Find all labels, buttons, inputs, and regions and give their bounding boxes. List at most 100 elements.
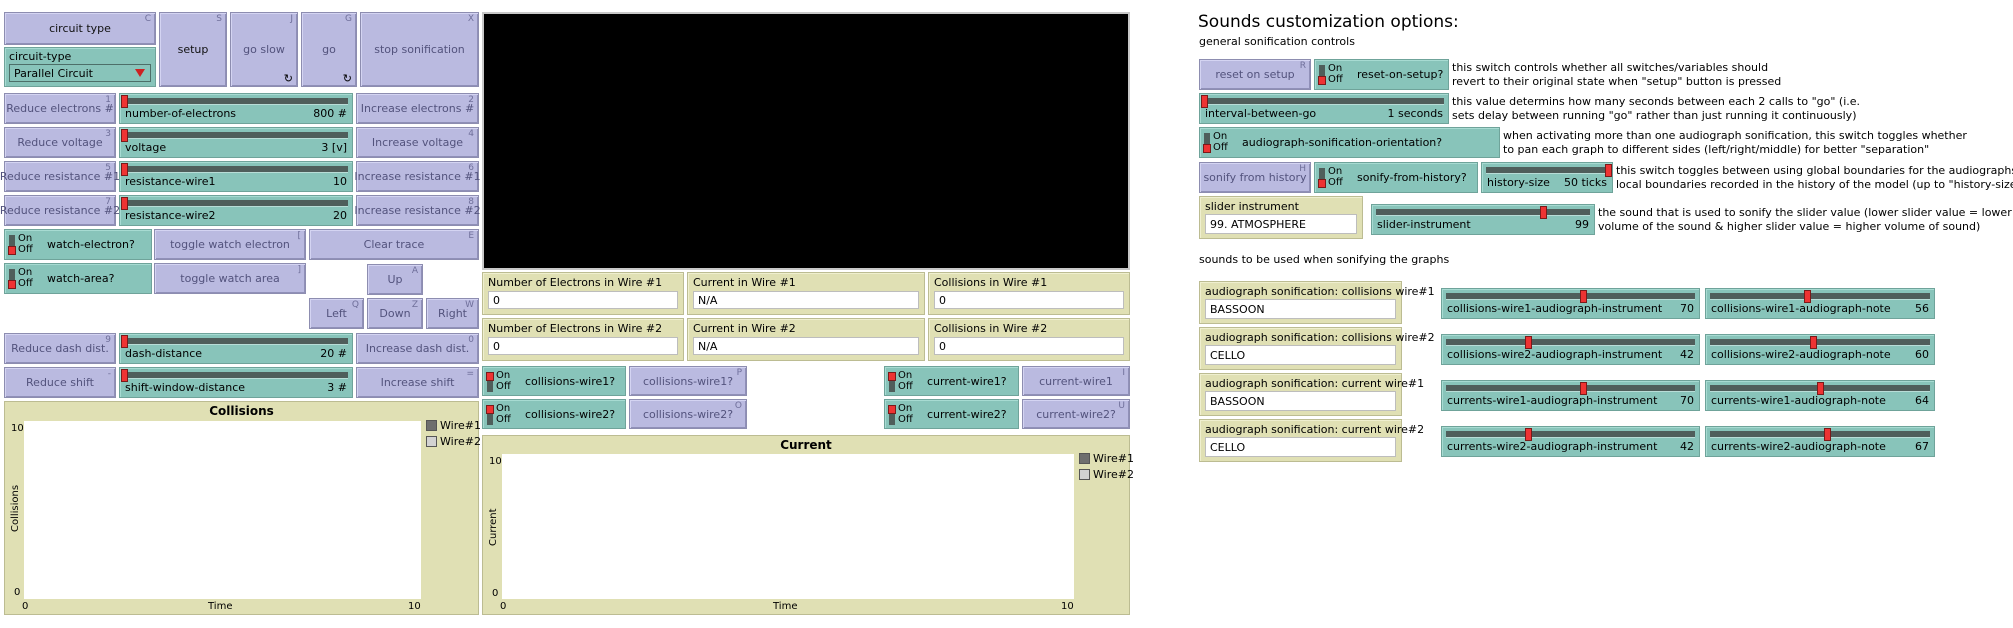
resistance-wire1-slider[interactable]: resistance-wire1 10 <box>119 161 353 192</box>
slider-track[interactable] <box>1446 382 1695 395</box>
dropdown-arrow-icon[interactable] <box>135 69 145 77</box>
audiograph-note-slider[interactable]: currents-wire1-audiograph-note 64 <box>1705 380 1935 411</box>
switch-knob[interactable] <box>1203 144 1211 153</box>
switch-knob[interactable] <box>888 405 896 414</box>
sonify-from-history-switch[interactable]: On Off sonify-from-history? <box>1314 162 1478 193</box>
increase-voltage-button[interactable]: Increase voltage 4 <box>356 127 479 158</box>
increase-shift-button[interactable]: Increase shift = <box>356 367 479 398</box>
watch-area-switch[interactable]: On Off watch-area? <box>4 263 152 294</box>
input-value[interactable]: 99. ATMOSPHERE <box>1205 214 1357 234</box>
collisions-wire2-button[interactable]: collisions-wire2? O <box>629 399 747 429</box>
down-button[interactable]: Down Z <box>367 298 423 329</box>
dash-distance-slider[interactable]: dash-distance 20 # <box>119 333 353 364</box>
go-slow-button[interactable]: go slow J ↻ <box>230 12 298 87</box>
switch-track[interactable] <box>486 405 494 425</box>
reduce-electrons-button[interactable]: Reduce electrons # 1 <box>4 93 116 124</box>
world-view[interactable] <box>482 12 1130 270</box>
slider-track[interactable] <box>121 129 348 142</box>
slider-instrument-input[interactable]: slider instrument 99. ATMOSPHERE <box>1199 196 1363 239</box>
audiograph-instrument-slider[interactable]: currents-wire2-audiograph-instrument 42 <box>1441 426 1700 457</box>
audiograph-sonification-orientation-switch[interactable]: On Off audiograph-sonification-orientati… <box>1199 127 1500 158</box>
reduce-resistance1-button[interactable]: Reduce resistance #1 5 <box>0 161 120 192</box>
switch-knob[interactable] <box>888 372 896 381</box>
collisions-wire2-switch[interactable]: On Off collisions-wire2? <box>482 399 626 429</box>
slider-track[interactable] <box>1710 336 1930 349</box>
chooser-value-box[interactable]: Parallel Circuit <box>9 64 151 82</box>
current-wire2-button[interactable]: current-wire2? U <box>1022 399 1130 429</box>
audiograph-input[interactable]: audiograph sonification: current wire#2 … <box>1199 419 1424 462</box>
slider-track[interactable] <box>121 163 348 176</box>
audiograph-input[interactable]: audiograph sonification: current wire#1 … <box>1199 373 1424 416</box>
switch-track[interactable] <box>8 269 16 289</box>
slider-track[interactable] <box>1710 382 1930 395</box>
increase-electrons-button[interactable]: Increase electrons # 2 <box>356 93 479 124</box>
history-size-slider[interactable]: history-size 50 ticks <box>1481 162 1613 193</box>
slider-track[interactable] <box>1710 290 1930 303</box>
up-button[interactable]: Up A <box>367 264 423 295</box>
switch-knob[interactable] <box>486 405 494 414</box>
slider-instrument-slider[interactable]: slider-instrument 99 <box>1371 204 1595 235</box>
slider-track[interactable] <box>1446 428 1695 441</box>
switch-knob[interactable] <box>1318 76 1326 85</box>
shift-window-distance-slider[interactable]: shift-window-distance 3 # <box>119 367 353 398</box>
increase-dash-button[interactable]: Increase dash dist. 0 <box>356 333 479 364</box>
switch-track[interactable] <box>8 235 16 255</box>
reduce-shift-button[interactable]: Reduce shift - <box>4 367 116 398</box>
switch-knob[interactable] <box>8 246 16 255</box>
slider-track[interactable] <box>121 95 348 108</box>
switch-track[interactable] <box>1318 65 1326 85</box>
voltage-slider[interactable]: voltage 3 [v] <box>119 127 353 158</box>
reduce-voltage-button[interactable]: Reduce voltage 3 <box>4 127 116 158</box>
setup-button[interactable]: setup S <box>159 12 227 87</box>
switch-track[interactable] <box>888 405 896 425</box>
slider-thumb[interactable] <box>1539 206 1547 219</box>
sonify-from-history-button[interactable]: sonify from history H <box>1199 162 1311 193</box>
audiograph-note-slider[interactable]: currents-wire2-audiograph-note 67 <box>1705 426 1935 457</box>
input-value[interactable]: CELLO <box>1205 437 1396 457</box>
audiograph-note-slider[interactable]: collisions-wire2-audiograph-note 60 <box>1705 334 1935 365</box>
slider-track[interactable] <box>1201 95 1444 108</box>
increase-resistance2-button[interactable]: Increase resistance #2 8 <box>354 195 481 226</box>
audiograph-instrument-slider[interactable]: currents-wire1-audiograph-instrument 70 <box>1441 380 1700 411</box>
audiograph-instrument-slider[interactable]: collisions-wire2-audiograph-instrument 4… <box>1441 334 1700 365</box>
increase-resistance1-button[interactable]: Increase resistance #1 6 <box>354 161 481 192</box>
switch-track[interactable] <box>1318 168 1326 188</box>
watch-electron-switch[interactable]: On Off watch-electron? <box>4 229 152 260</box>
slider-track[interactable] <box>121 369 348 382</box>
switch-knob[interactable] <box>8 280 16 289</box>
circuit-type-chooser[interactable]: circuit-type Parallel Circuit <box>4 47 156 87</box>
switch-track[interactable] <box>888 372 896 392</box>
interval-between-go-slider[interactable]: interval-between-go 1 seconds <box>1199 93 1449 124</box>
current-wire1-switch[interactable]: On Off current-wire1? <box>884 366 1019 396</box>
left-button[interactable]: Left Q <box>309 298 364 329</box>
input-value[interactable]: BASSOON <box>1205 391 1396 411</box>
clear-trace-button[interactable]: Clear trace E <box>309 229 479 260</box>
go-button[interactable]: go G ↻ <box>301 12 357 87</box>
collisions-wire1-switch[interactable]: On Off collisions-wire1? <box>482 366 626 396</box>
number-of-electrons-slider[interactable]: number-of-electrons 800 # <box>119 93 353 124</box>
reset-on-setup-button[interactable]: reset on setup R <box>1199 59 1311 90</box>
switch-knob[interactable] <box>1318 179 1326 188</box>
right-button[interactable]: Right W <box>426 298 479 329</box>
switch-track[interactable] <box>1203 133 1211 153</box>
stop-sonification-button[interactable]: stop sonification X <box>360 12 479 87</box>
slider-track[interactable] <box>1446 290 1695 303</box>
current-wire2-switch[interactable]: On Off current-wire2? <box>884 399 1019 429</box>
reset-on-setup-switch[interactable]: On Off reset-on-setup? <box>1314 59 1449 90</box>
slider-track[interactable] <box>121 197 348 210</box>
audiograph-instrument-slider[interactable]: collisions-wire1-audiograph-instrument 7… <box>1441 288 1700 319</box>
toggle-watch-area-button[interactable]: toggle watch area ] <box>154 263 306 294</box>
reduce-resistance2-button[interactable]: Reduce resistance #2 7 <box>0 195 120 226</box>
slider-track[interactable] <box>1486 164 1612 177</box>
input-value[interactable]: CELLO <box>1205 345 1396 365</box>
current-wire1-button[interactable]: current-wire1 I <box>1022 366 1130 396</box>
slider-track[interactable] <box>1376 206 1590 219</box>
reduce-dash-button[interactable]: Reduce dash dist. 9 <box>4 333 116 364</box>
audiograph-input[interactable]: audiograph sonification: collisions wire… <box>1199 281 1435 324</box>
audiograph-input[interactable]: audiograph sonification: collisions wire… <box>1199 327 1435 370</box>
input-value[interactable]: BASSOON <box>1205 299 1396 319</box>
switch-track[interactable] <box>486 372 494 392</box>
circuit-type-button[interactable]: circuit type C <box>4 12 156 45</box>
switch-knob[interactable] <box>486 372 494 381</box>
toggle-watch-electron-button[interactable]: toggle watch electron [ <box>154 229 306 260</box>
